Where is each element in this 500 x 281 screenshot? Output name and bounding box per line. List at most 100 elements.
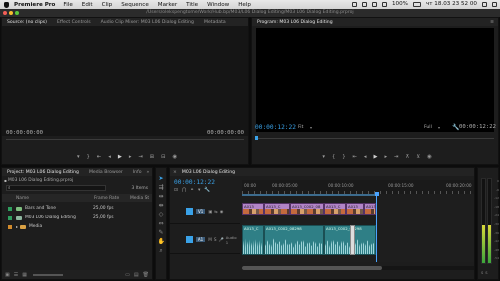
audio-clip[interactable]: A013_C002_08298 [264,225,324,255]
project-search-input[interactable] [6,185,106,191]
wifi-icon[interactable] [371,1,377,7]
column-name[interactable]: Name [16,196,29,201]
insert-icon[interactable]: ⊞ [150,154,154,160]
mark-in-icon[interactable]: { [332,154,335,160]
expand-chevron-right-icon[interactable]: ▸ [16,224,18,229]
lift-icon[interactable]: ⊼ [406,154,410,160]
battery-icon[interactable] [412,1,421,7]
project-item-sequence[interactable]: M03 L06 Dialog Editing 25,00 fps [2,213,152,222]
hand-tool-icon[interactable]: ✋ [158,238,165,245]
pen-tool-icon[interactable]: ✎ [158,229,165,236]
selection-tool-icon[interactable]: ➤ [158,175,165,182]
new-bin-icon[interactable]: ▭ [125,272,130,278]
snap-icon[interactable]: ⋂ [182,188,186,193]
sync-lock-icon[interactable]: ⇆ [214,209,218,214]
tab-media-browser[interactable]: Media Browser [84,170,128,175]
label-color-swatch[interactable] [8,215,12,220]
label-color-swatch[interactable] [8,206,12,211]
export-frame-icon[interactable]: ◉ [173,154,178,160]
time-ruler[interactable]: 00:00 00:00:05:00 00:00:10:00 00:00:15:0… [242,180,474,194]
tab-audio-clip-mixer[interactable]: Audio Clip Mixer: M03 L06 Dialog Editing [96,20,199,25]
timeline-timecode[interactable]: 00:00:12:22 [174,179,215,186]
extract-icon[interactable]: ⊻ [416,154,420,160]
notification-center-icon[interactable] [492,1,497,7]
export-frame-icon[interactable]: ◉ [427,154,432,160]
menu-edit[interactable]: Edit [82,2,93,8]
menu-window[interactable]: Window [207,2,229,8]
go-to-out-icon[interactable]: ⇥ [138,154,142,160]
overwrite-icon[interactable]: ⊟ [161,154,165,160]
source-patch-v1[interactable] [186,208,193,215]
marker-icon[interactable]: ▾ [322,154,325,160]
slip-tool-icon[interactable]: ⇔ [158,220,165,227]
tab-source[interactable]: Source: (no clips) [2,20,52,25]
new-item-icon[interactable]: ▤ [134,272,139,278]
linked-selection-icon[interactable]: ⚭ [190,188,194,193]
project-item-media-bin[interactable]: ▸ Media [2,222,152,231]
menu-help[interactable]: Help [238,2,251,8]
source-patch-a1[interactable] [186,236,193,243]
rolling-edit-tool-icon[interactable]: ⇼ [158,202,165,209]
mark-out-icon[interactable]: } [87,154,90,160]
track-select-tool-icon[interactable]: ⇶ [158,184,165,191]
go-to-in-icon[interactable]: ⇤ [353,154,357,160]
menu-title[interactable]: Title [186,2,198,8]
program-playhead[interactable] [255,136,258,140]
a1-track-label[interactable]: A1 [195,237,206,242]
nest-icon[interactable]: ⊡ [174,188,178,193]
lock-icon[interactable]: ▣ [5,272,10,278]
menu-clock[interactable]: чт 18.03 23 52 00 [426,1,477,7]
zoom-tool-icon[interactable]: ⌕ [158,247,165,254]
go-to-in-icon[interactable]: ⇤ [97,154,101,160]
video-clip[interactable]: A013 [242,203,264,215]
solo-right-button[interactable]: S [485,271,487,275]
zoom-window-button[interactable] [15,11,19,15]
app-name[interactable]: Premiere Pro [14,2,55,8]
menu-sequence[interactable]: Sequence [121,2,149,8]
play-icon[interactable]: ▶ [118,154,122,160]
bluetooth-icon[interactable] [361,1,367,7]
eye-icon[interactable]: ◉ [220,209,224,214]
tracks-area[interactable]: A013 A013_C A013_C002_08 A013_C A013 A01… [242,200,474,262]
video-clip[interactable]: A013_C [264,203,290,215]
source-viewer[interactable] [2,26,248,136]
column-frame-rate[interactable]: Frame Rate [94,196,119,201]
mark-in-icon[interactable]: ▾ [77,154,80,160]
voice-over-mic-icon[interactable]: 🎤 [219,237,224,243]
video-clip[interactable]: A013_C002_08 [364,203,376,215]
timeline-settings-wrench-icon[interactable]: 🔧 [204,188,210,193]
ripple-edit-tool-icon[interactable]: ⇹ [158,193,165,200]
column-media-start[interactable]: Media St [130,196,149,201]
mute-icon[interactable]: M [208,237,212,242]
audio-clip[interactable]: A013_C [242,225,264,255]
video-clip[interactable]: A013_C [324,203,346,215]
creative-cloud-icon[interactable] [351,1,357,7]
play-icon[interactable]: ▶ [374,154,378,160]
fit-chevron-down-icon[interactable]: ▾ [310,125,312,130]
trash-icon[interactable]: 🗑 [143,272,149,278]
add-marker-icon[interactable]: ▾ [198,188,200,193]
program-timecode-current[interactable]: 00:00:12:22 [255,124,296,131]
more-panels-icon[interactable]: » [147,170,150,175]
solo-icon[interactable]: S [214,237,217,242]
spotlight-search-icon[interactable] [482,1,487,7]
fit-dropdown[interactable]: Fit [298,125,303,130]
menu-marker[interactable]: Marker [158,2,177,8]
icon-view-icon[interactable]: ▦ [22,272,27,278]
work-area-bar[interactable] [242,194,376,196]
step-forward-icon[interactable]: ▸ [129,154,132,160]
apple-icon[interactable] [4,1,9,8]
lock-track-icon[interactable]: ▣ [208,209,212,214]
volume-icon[interactable] [381,1,387,7]
program-viewer[interactable] [256,28,494,132]
tab-program[interactable]: Program: M03 L06 Dialog Editing [252,20,338,25]
tab-timeline-sequence[interactable]: M03 L06 Dialog Editing [177,170,240,175]
label-color-swatch[interactable] [8,224,12,229]
timeline-scrollbar-thumb[interactable] [242,266,382,270]
menu-file[interactable]: File [63,2,72,8]
step-forward-icon[interactable]: ▸ [385,154,388,160]
mark-out-icon[interactable]: } [342,154,345,160]
source-time-ruler[interactable] [6,139,244,140]
tab-project[interactable]: Project: M03 L06 Dialog Editing [2,170,84,175]
solo-left-button[interactable]: S [481,271,483,275]
